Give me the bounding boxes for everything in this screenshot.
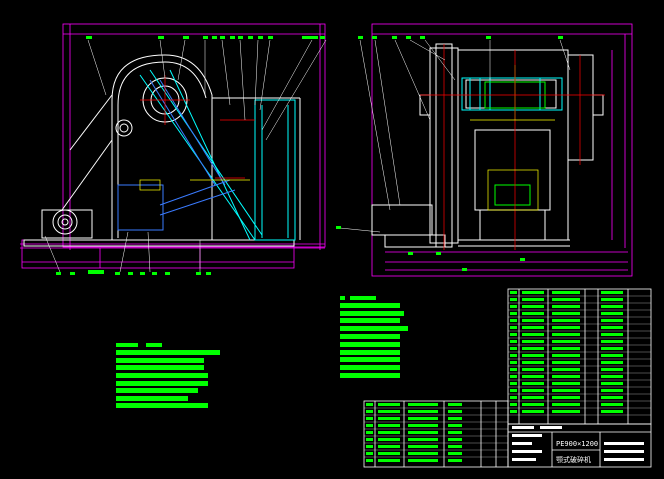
- drawing-title: 颚式破碎机: [556, 455, 591, 464]
- cad-drawing-canvas: PE900×1200 颚式破碎机: [0, 0, 664, 479]
- drawing-model-number: PE900×1200: [556, 440, 598, 448]
